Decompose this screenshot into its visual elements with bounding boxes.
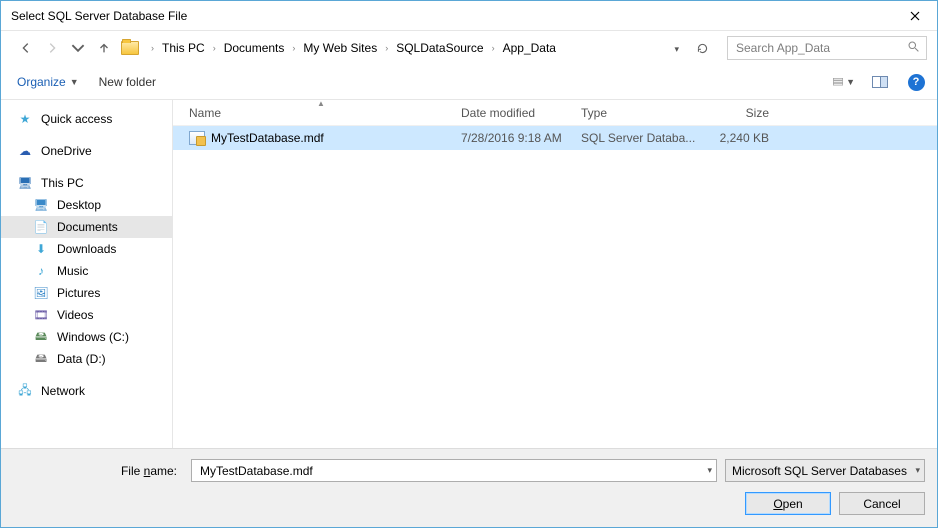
sidebar-label: Data (D:): [57, 352, 106, 366]
filename-label: File name:: [13, 464, 183, 478]
cancel-button[interactable]: Cancel: [839, 492, 925, 515]
caret-down-icon: ▼: [846, 77, 855, 87]
filename-input[interactable]: [198, 463, 707, 479]
preview-pane-button[interactable]: [869, 72, 891, 92]
sidebar-item-onedrive[interactable]: ☁ OneDrive: [1, 140, 172, 162]
sidebar-item-videos[interactable]: 🎞 Videos: [1, 304, 172, 326]
file-list-area: ▲ Name Date modified Type Size MyTestDat…: [173, 100, 937, 448]
pictures-icon: 🖼: [33, 285, 49, 301]
sidebar-item-windows-c[interactable]: 🖴 Windows (C:): [1, 326, 172, 348]
crumb-mywebsites[interactable]: My Web Sites: [301, 39, 379, 57]
folder-icon: [121, 41, 139, 55]
sidebar-label: This PC: [41, 176, 84, 190]
window-title: Select SQL Server Database File: [11, 9, 187, 23]
sidebar-label: Downloads: [57, 242, 116, 256]
pc-icon: 🖥: [17, 175, 33, 191]
organize-label: Organize: [17, 75, 66, 89]
refresh-button[interactable]: [691, 37, 713, 59]
sidebar-item-pictures[interactable]: 🖼 Pictures: [1, 282, 172, 304]
sidebar-item-this-pc[interactable]: 🖥 This PC: [1, 172, 172, 194]
sidebar-item-documents[interactable]: 📄 Documents: [1, 216, 172, 238]
sidebar-item-downloads[interactable]: ⬇ Downloads: [1, 238, 172, 260]
search-input[interactable]: [734, 40, 907, 56]
download-icon: ⬇: [33, 241, 49, 257]
file-date: 7/28/2016 9:18 AM: [461, 131, 581, 145]
crumb-appdata[interactable]: App_Data: [501, 39, 558, 57]
open-button[interactable]: Open: [745, 492, 831, 515]
help-icon: ?: [908, 74, 925, 91]
caret-down-icon: ▾: [915, 465, 920, 476]
sidebar-label: Pictures: [57, 286, 100, 300]
view-options-button[interactable]: ▼: [833, 72, 855, 92]
drive-icon: 🖴: [33, 351, 49, 367]
file-name: MyTestDatabase.mdf: [211, 131, 324, 145]
sidebar-label: Windows (C:): [57, 330, 129, 344]
chevron-right-icon: ›: [149, 43, 156, 53]
sidebar-label: Music: [57, 264, 88, 278]
titlebar: Select SQL Server Database File: [1, 1, 937, 31]
sidebar-label: Documents: [57, 220, 118, 234]
file-size: 2,240 KB: [701, 131, 781, 145]
videos-icon: 🎞: [33, 307, 49, 323]
file-row[interactable]: MyTestDatabase.mdf 7/28/2016 9:18 AM SQL…: [173, 126, 937, 150]
search-box[interactable]: [727, 36, 927, 60]
crumb-this-pc[interactable]: This PC: [160, 39, 207, 57]
sidebar-label: Quick access: [41, 112, 112, 126]
document-icon: 📄: [33, 219, 49, 235]
address-dropdown-button[interactable]: ▾: [670, 41, 683, 55]
organize-button[interactable]: Organize ▼: [17, 75, 79, 89]
sidebar: ★ Quick access ☁ OneDrive 🖥 This PC 🖥 De…: [1, 100, 173, 448]
chevron-right-icon: ›: [290, 43, 297, 53]
crumb-sqldatasource[interactable]: SQLDataSource: [394, 39, 485, 57]
music-icon: ♪: [33, 263, 49, 279]
chevron-right-icon: ›: [383, 43, 390, 53]
toolbar: Organize ▼ New folder ▼ ?: [1, 65, 937, 99]
sidebar-item-desktop[interactable]: 🖥 Desktop: [1, 194, 172, 216]
sort-indicator-icon: ▲: [181, 99, 461, 108]
drive-icon: 🖴: [33, 329, 49, 345]
network-icon: 🖧: [17, 383, 33, 399]
pane-icon: [872, 76, 888, 88]
chevron-right-icon: ›: [490, 43, 497, 53]
recent-locations-button[interactable]: [67, 37, 89, 59]
header-type[interactable]: Type: [581, 106, 701, 120]
breadcrumb[interactable]: › This PC › Documents › My Web Sites › S…: [145, 36, 666, 60]
chevron-right-icon: ›: [211, 43, 218, 53]
new-folder-label: New folder: [99, 75, 156, 89]
crumb-documents[interactable]: Documents: [222, 39, 287, 57]
sidebar-label: Videos: [57, 308, 93, 322]
filter-label: Microsoft SQL Server Databases: [732, 464, 907, 478]
dialog-body: ★ Quick access ☁ OneDrive 🖥 This PC 🖥 De…: [1, 99, 937, 448]
filetype-filter-combo[interactable]: Microsoft SQL Server Databases ▾: [725, 459, 925, 482]
back-button[interactable]: [15, 37, 37, 59]
cloud-icon: ☁: [17, 143, 33, 159]
new-folder-button[interactable]: New folder: [99, 75, 156, 89]
close-button[interactable]: [892, 1, 937, 31]
caret-down-icon[interactable]: ▾: [707, 465, 712, 476]
search-icon: [907, 40, 920, 56]
header-date[interactable]: Date modified: [461, 106, 581, 120]
sidebar-item-network[interactable]: 🖧 Network: [1, 380, 172, 402]
forward-button[interactable]: [41, 37, 63, 59]
sidebar-item-data-d[interactable]: 🖴 Data (D:): [1, 348, 172, 370]
desktop-icon: 🖥: [33, 197, 49, 213]
file-type: SQL Server Databa...: [581, 131, 701, 145]
sidebar-label: Desktop: [57, 198, 101, 212]
header-size[interactable]: Size: [701, 106, 781, 120]
caret-down-icon: ▼: [70, 77, 79, 87]
sidebar-item-music[interactable]: ♪ Music: [1, 260, 172, 282]
help-button[interactable]: ?: [905, 72, 927, 92]
sidebar-label: Network: [41, 384, 85, 398]
dialog-footer: File name: ▾ Microsoft SQL Server Databa…: [1, 448, 937, 527]
sidebar-item-quick-access[interactable]: ★ Quick access: [1, 108, 172, 130]
navigation-bar: › This PC › Documents › My Web Sites › S…: [1, 31, 937, 65]
sidebar-label: OneDrive: [41, 144, 92, 158]
up-button[interactable]: [93, 37, 115, 59]
filename-combo[interactable]: ▾: [191, 459, 717, 482]
file-dialog: Select SQL Server Database File › This P…: [0, 0, 938, 528]
star-icon: ★: [17, 111, 33, 127]
database-file-icon: [189, 131, 205, 145]
